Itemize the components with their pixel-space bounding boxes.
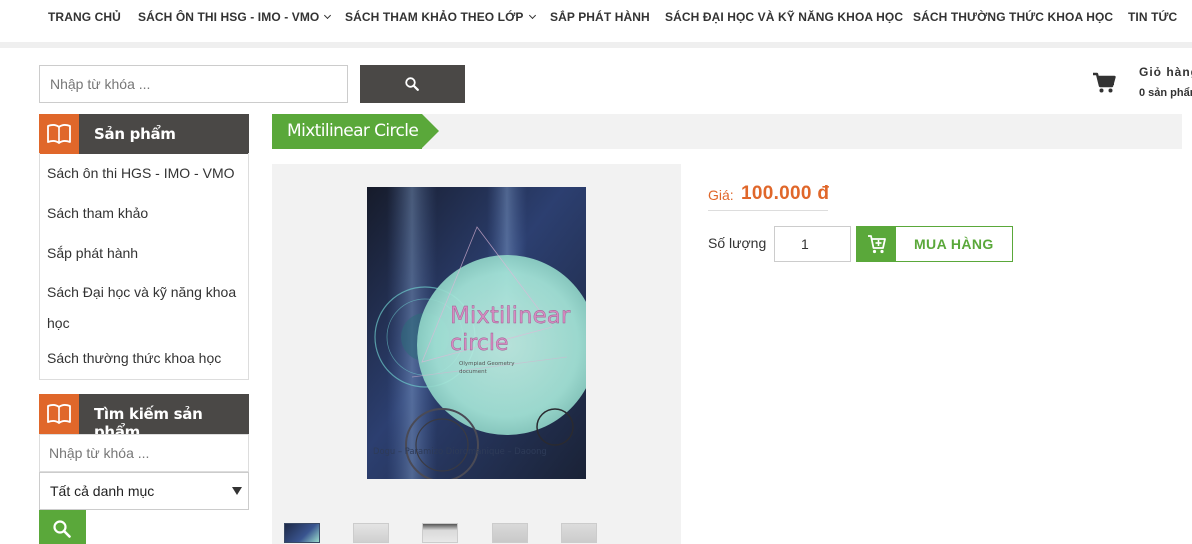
nav-item-coming-soon[interactable]: SẮP PHÁT HÀNH xyxy=(550,10,650,24)
sidebar-search-input[interactable] xyxy=(39,434,249,472)
nav-item-hsg-imo-vmo[interactable]: SÁCH ÔN THI HSG - IMO - VMO xyxy=(138,10,332,24)
search-icon xyxy=(405,77,419,91)
cover-title-line2: circle xyxy=(450,331,509,356)
search-icon xyxy=(53,520,71,538)
category-item[interactable]: Sắp phát hành xyxy=(47,238,242,269)
nav-item-reference-by-grade[interactable]: SÁCH THAM KHẢO THEO LỚP xyxy=(345,10,536,24)
cart-icon[interactable] xyxy=(1092,72,1116,94)
cart-title[interactable]: Giỏ hàng xyxy=(1139,65,1192,79)
add-to-cart-icon xyxy=(857,227,896,261)
category-item[interactable]: Sách tham khảo xyxy=(47,198,242,229)
nav-item-popular-science[interactable]: SÁCH THƯỜNG THỨC KHOA HỌC xyxy=(913,10,1113,24)
chevron-down-icon xyxy=(528,11,536,20)
chevron-down-icon xyxy=(324,11,332,20)
thumbnail[interactable] xyxy=(422,523,458,543)
category-item[interactable]: Sách thường thức khoa học xyxy=(47,343,242,374)
cover-title-line1: Mixtilinear xyxy=(450,303,571,329)
search-input[interactable] xyxy=(39,65,348,103)
breadcrumb-current: Mixtilinear Circle xyxy=(287,121,419,141)
dropdown-arrow-icon xyxy=(232,487,242,495)
thumbnail[interactable] xyxy=(284,523,320,543)
quantity-input[interactable] xyxy=(774,226,851,262)
category-list: Sách ôn thi HGS - IMO - VMO Sách tham kh… xyxy=(39,153,249,380)
category-item[interactable]: Sách ôn thi HGS - IMO - VMO xyxy=(47,158,242,189)
product-search-panel-header: Tìm kiếm sản phẩm xyxy=(39,394,249,441)
buy-button[interactable]: MUA HÀNG xyxy=(856,226,1013,262)
price-label: Giá: xyxy=(708,187,734,203)
products-panel-title: Sản phẩm xyxy=(94,125,176,143)
cover-subtitle-line1: Olympiad Geometry xyxy=(459,361,515,367)
book-icon xyxy=(39,394,79,434)
buy-button-label: MUA HÀNG xyxy=(914,236,994,252)
price-value: 100.000 đ xyxy=(741,183,830,204)
price-divider xyxy=(708,210,828,211)
sidebar-search-button[interactable] xyxy=(39,510,86,544)
cover-authors: Dogu – Paramizo Dioromanique – Daoong xyxy=(373,446,547,456)
search-button[interactable] xyxy=(360,65,465,103)
products-panel-header: Sản phẩm xyxy=(39,114,249,154)
cover-subtitle-line2: document xyxy=(459,369,488,375)
category-select-value: Tất cả danh mục xyxy=(50,483,155,499)
top-navigation: TRANG CHỦ SÁCH ÔN THI HSG - IMO - VMO SÁ… xyxy=(0,0,1192,48)
product-cover-image[interactable]: Mixtilinear circle Olympiad Geometry doc… xyxy=(367,187,586,479)
cart-count[interactable]: 0 sản phẩm xyxy=(1139,87,1192,99)
thumbnail[interactable] xyxy=(353,523,389,543)
thumbnail[interactable] xyxy=(561,523,597,543)
category-select[interactable]: Tất cả danh mục xyxy=(39,472,249,510)
nav-item-home[interactable]: TRANG CHỦ xyxy=(48,10,121,24)
nav-item-university-science[interactable]: SÁCH ĐẠI HỌC VÀ KỸ NĂNG KHOA HỌC xyxy=(665,10,903,24)
quantity-label: Số lượng xyxy=(708,235,767,251)
nav-item-news[interactable]: TIN TỨC xyxy=(1128,10,1177,24)
category-item[interactable]: Sách Đại học và kỹ năng khoa học xyxy=(47,277,242,339)
book-icon xyxy=(39,114,79,154)
thumbnail[interactable] xyxy=(492,523,528,543)
